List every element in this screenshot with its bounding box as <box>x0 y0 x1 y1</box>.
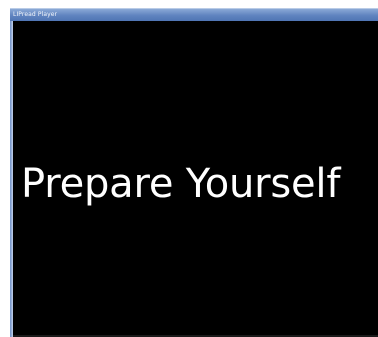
desktop-margin <box>0 0 10 337</box>
window-titlebar[interactable]: LIPread Player <box>10 8 378 21</box>
video-player-area[interactable]: Prepare Yourself <box>13 21 378 337</box>
window-title: LIPread Player <box>13 11 58 18</box>
app-window: LIPread Player Prepare Yourself <box>0 0 378 337</box>
player-message: Prepare Yourself <box>21 161 341 207</box>
